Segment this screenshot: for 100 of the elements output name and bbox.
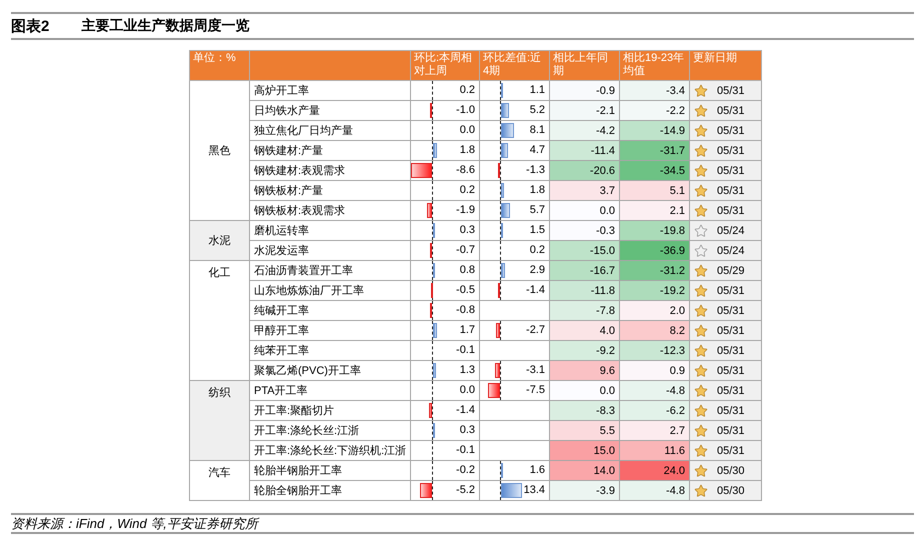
table-cell: -6.2 [620,400,690,420]
table-cell: 开工率:聚酯切片 [250,400,410,420]
table-cell: -19.8 [620,220,690,240]
change-bar [430,303,432,318]
cell-value: 0.0 [460,384,475,396]
update-date: 05/31 [717,84,745,96]
table-cell: 0.0 [550,380,620,400]
cell-value: -1.4 [526,284,545,296]
table-cell: -3.9 [550,480,620,500]
table-cell: 纯苯开工率 [250,340,410,360]
column-header: 相比19-23年均值 [620,50,690,80]
cell-value: -0.2 [456,464,475,476]
table-cell: 2.0 [620,300,690,320]
cell-value: 1.1 [530,84,545,96]
update-date: 05/31 [717,284,745,296]
table-cell: 24.0 [620,460,690,480]
table-cell: 钢铁建材:产量 [250,140,410,160]
table-cell: -11.8 [550,280,620,300]
update-date: 05/31 [717,304,745,316]
cell-value: -3.1 [526,364,545,376]
cell-value: -0.1 [456,444,475,456]
cell-value: -8.6 [456,164,475,176]
change-bar [428,403,432,418]
table-cell: -2.1 [550,100,620,120]
table-cell: -31.2 [620,260,690,280]
cell-value: 8.1 [530,124,545,136]
update-date: 05/31 [717,444,745,456]
update-date: 05/24 [717,224,745,236]
change-bar [501,143,508,158]
cell-value: 1.6 [530,464,545,476]
update-date: 05/30 [717,484,745,496]
column-header: 单位：% [190,50,250,80]
update-date: 05/31 [717,384,745,396]
table-cell: 纯碱开工率 [250,300,410,320]
table-cell: 5.1 [620,180,690,200]
table-cell: -11.4 [550,140,620,160]
cell-value: -0.5 [456,284,475,296]
table-cell: 0.0 [550,200,620,220]
table-cell: 开工率:涤纶长丝:江浙 [250,420,410,440]
update-date: 05/24 [717,244,745,256]
cell-value: 0.3 [460,424,475,436]
table-cell: 磨机运转率 [250,220,410,240]
update-date: 05/31 [717,164,745,176]
cell-value: 0.2 [460,184,475,196]
change-bar [501,463,504,478]
cell-value: -1.9 [456,204,475,216]
change-bar [420,483,432,498]
cell-value: -1.4 [456,404,475,416]
cell-value: 5.7 [530,204,545,216]
table-cell: 钢铁板材:产量 [250,180,410,200]
change-bar [411,163,432,178]
cell-value: 0.2 [530,244,545,256]
change-bar [430,283,433,298]
update-date: 05/31 [717,144,745,156]
cell-value: -1.3 [526,164,545,176]
cell-value: 0.2 [460,84,475,96]
update-date: 05/31 [717,124,745,136]
cell-value: -2.7 [526,324,545,336]
change-bar [501,263,506,278]
change-bar [496,323,500,338]
category-cell: 水泥 [190,220,250,260]
cell-value: 0.8 [460,264,475,276]
table-cell: 2.1 [620,200,690,220]
cell-value: 1.7 [460,324,475,336]
table-cell: -4.2 [550,120,620,140]
table-cell: 石油沥青装置开工率 [250,260,410,280]
update-date: 05/31 [717,364,745,376]
cell-value: 1.5 [530,224,545,236]
table-cell: 14.0 [550,460,620,480]
change-bar [501,483,522,498]
table-cell: 轮胎全钢胎开工率 [250,480,410,500]
table-cell: 独立焦化厂日均产量 [250,120,410,140]
table-cell: 5.5 [550,420,620,440]
table-cell: 15.0 [550,440,620,460]
change-bar [501,123,514,138]
figure-label: 图表2 [11,16,50,36]
change-bar [498,163,500,178]
cell-value: -7.5 [526,384,545,396]
cell-value: 1.3 [460,364,475,376]
table-cell: -15.0 [550,240,620,260]
cell-value: -0.8 [456,304,475,316]
table-cell: 水泥发运率 [250,240,410,260]
table-cell: 0.9 [620,360,690,380]
table-cell: 4.0 [550,320,620,340]
cell-value: 0.0 [460,124,475,136]
table-cell: 9.6 [550,360,620,380]
table-cell: 钢铁建材:表观需求 [250,160,410,180]
change-bar [501,183,504,198]
cell-value: -5.2 [456,484,475,496]
change-bar [430,103,432,118]
table-cell: PTA开工率 [250,380,410,400]
table-cell: -2.2 [620,100,690,120]
table-cell: 高炉开工率 [250,80,410,100]
table-cell: -8.3 [550,400,620,420]
table-cell: -36.9 [620,240,690,260]
column-header: 环比差值:近4期 [480,50,550,80]
cell-value: 5.2 [530,104,545,116]
cell-value: 13.4 [524,484,545,496]
table-cell: -0.9 [550,80,620,100]
table-cell: -31.7 [620,140,690,160]
